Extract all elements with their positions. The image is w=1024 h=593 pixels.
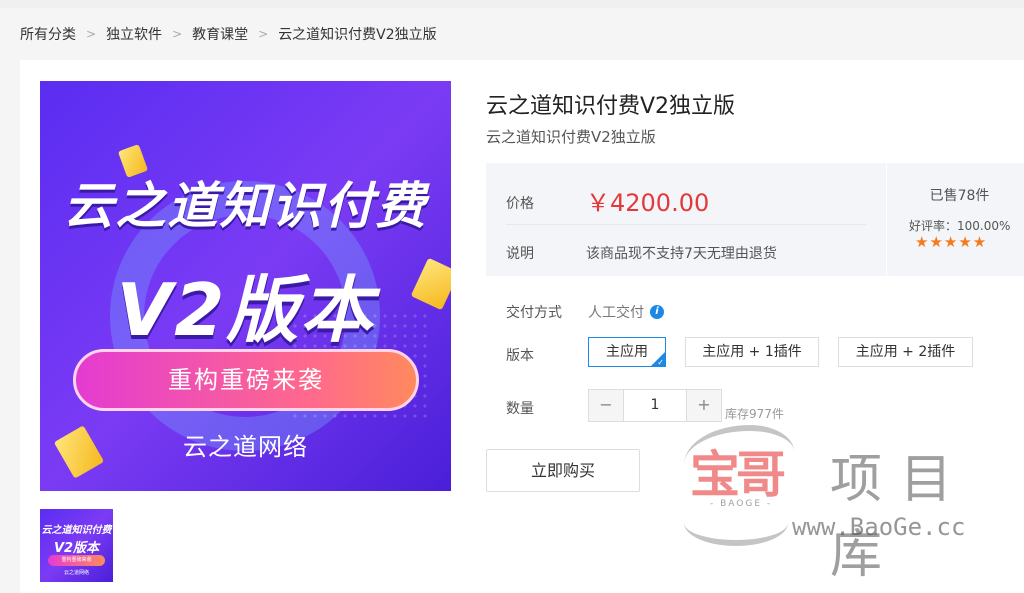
image-pill: 重构重磅来袭 (73, 349, 419, 411)
version-option-1-plugin[interactable]: 主应用 + 1插件 (685, 337, 819, 367)
note-label: 说明 (506, 246, 534, 262)
return-policy-note: 该商品现不支持7天无理由退货 (586, 246, 777, 262)
thumb-brand: 云之道网络 (63, 570, 89, 576)
version-option-label: 主应用 (606, 344, 648, 360)
price-label: 价格 (506, 196, 534, 212)
thumb-headline: 云之道知识付费 (41, 525, 112, 536)
chevron-right-icon: > (258, 27, 269, 41)
star-rating-icon: ★★★★★ (915, 233, 988, 251)
image-brand: 云之道网络 (183, 433, 308, 461)
delivery-value: 人工交付 i (588, 302, 664, 322)
sold-count: 已售78件 (929, 188, 990, 204)
divider (506, 224, 866, 225)
quantity-stepper: − 1 + (588, 389, 722, 422)
chevron-right-icon: > (86, 27, 97, 41)
product-title: 云之道知识付费V2独立版 (486, 94, 736, 119)
version-label: 版本 (506, 348, 534, 364)
price-panel: 价格 ￥4200.00 说明 该商品现不支持7天无理由退货 (486, 163, 886, 276)
image-version: V2版本 (116, 268, 375, 352)
breadcrumb-item-all[interactable]: 所有分类 (20, 24, 76, 44)
check-icon: ✓ (657, 358, 664, 367)
thumb-pill: 重构重磅来袭 (48, 555, 105, 566)
buy-now-button[interactable]: 立即购买 (486, 449, 640, 492)
breadcrumb-item-education[interactable]: 教育课堂 (192, 24, 248, 44)
product-main-image: 云之道知识付费 V2版本 重构重磅来袭 云之道网络 (40, 81, 451, 491)
chevron-right-icon: > (172, 27, 183, 41)
price-value: ￥4200.00 (586, 189, 710, 217)
product-subtitle: 云之道知识付费V2独立版 (486, 128, 656, 146)
stock-count: 库存977件 (725, 407, 784, 421)
delivery-text: 人工交付 (588, 305, 644, 321)
top-bar (0, 0, 1024, 8)
sales-panel: 已售78件 好评率：100.00% ★★★★★ (887, 163, 1024, 276)
quantity-input[interactable]: 1 (623, 390, 687, 421)
thumb-version: V2版本 (53, 541, 100, 556)
quantity-decrease-button[interactable]: − (589, 390, 623, 421)
breadcrumb-item-current: 云之道知识付费V2独立版 (278, 27, 437, 43)
version-option-2-plugins[interactable]: 主应用 + 2插件 (838, 337, 973, 367)
product-thumbnail[interactable]: 云之道知识付费 V2版本 重构重磅来袭 云之道网络 (40, 509, 113, 582)
quantity-label: 数量 (506, 401, 534, 417)
version-option-main[interactable]: 主应用 ✓ (588, 337, 666, 367)
breadcrumb-item-software[interactable]: 独立软件 (106, 24, 162, 44)
version-option-label: 主应用 + 2插件 (855, 344, 956, 360)
breadcrumb: 所有分类 > 独立软件 > 教育课堂 > 云之道知识付费V2独立版 (20, 24, 437, 44)
quantity-increase-button[interactable]: + (687, 390, 721, 421)
version-option-label: 主应用 + 1插件 (702, 344, 802, 360)
delivery-label: 交付方式 (506, 305, 562, 321)
rating-text: 好评率：100.00% (909, 219, 1011, 233)
info-icon[interactable]: i (650, 305, 664, 319)
image-headline: 云之道知识付费 (63, 177, 428, 235)
